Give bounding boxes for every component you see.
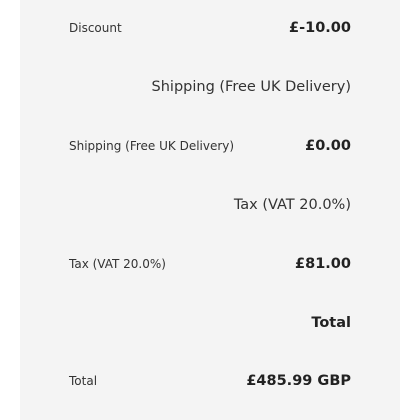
shipping-label: Shipping (Free UK Delivery): [69, 139, 235, 153]
shipping-heading: Shipping (Free UK Delivery): [151, 79, 351, 95]
tax-heading: Tax (VAT 20.0%): [233, 197, 351, 213]
discount-label: Discount: [69, 21, 122, 35]
total-value: £485.99 GBP: [246, 373, 351, 389]
total-heading: Total: [311, 315, 351, 331]
total-label: Total: [69, 374, 98, 388]
discount-value: £-10.00: [289, 20, 351, 36]
tax-label: Tax (VAT 20.0%): [69, 257, 166, 271]
shipping-value: £0.00: [305, 138, 351, 154]
tax-value: £81.00: [295, 256, 351, 272]
order-summary: Discount £-10.00 Shipping (Free UK Deliv…: [20, 0, 400, 420]
